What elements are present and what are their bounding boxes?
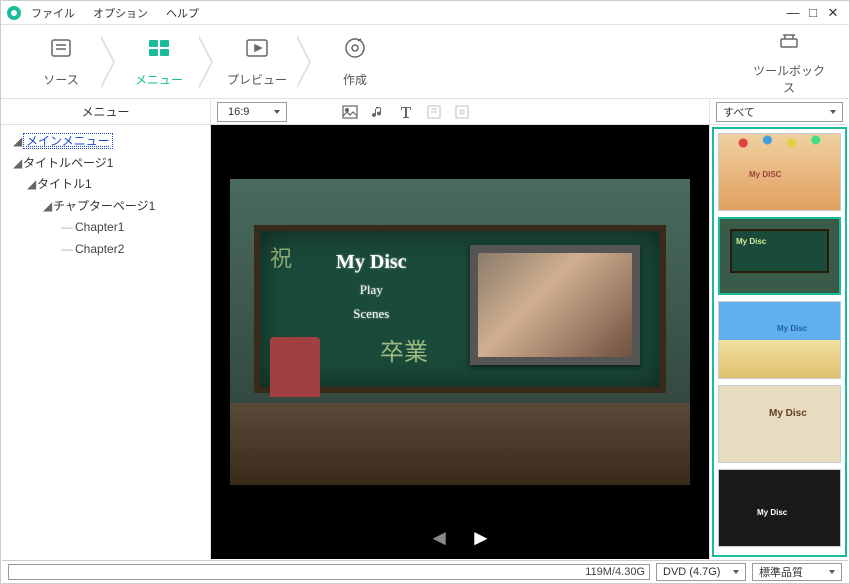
preview-icon [217, 36, 297, 67]
disc-title[interactable]: My Disc [336, 251, 407, 274]
template-item[interactable]: My Disc [718, 385, 841, 463]
sidebar: メニュー ◢メインメニュー ◢タイトルページ1 ◢タイトル1 ◢チャプターページ… [1, 99, 211, 559]
music-tool-icon[interactable] [367, 101, 389, 123]
template-category-select[interactable]: すべて [716, 102, 843, 122]
desks-bg [230, 403, 690, 485]
quality-select[interactable]: 標準品質 [752, 563, 842, 581]
center-panel: 16:9 祝 My Disc Play Scenes 卒業 [211, 99, 709, 559]
source-icon [21, 36, 101, 67]
chalkboard-bg: 祝 My Disc Play Scenes 卒業 [254, 225, 666, 393]
tree-title-page[interactable]: ◢タイトルページ1 [7, 153, 204, 175]
prev-arrow-icon[interactable]: ◄ [428, 525, 450, 551]
step-menu[interactable]: メニュー [119, 36, 199, 88]
menu-tree: ◢メインメニュー ◢タイトルページ1 ◢タイトル1 ◢チャプターページ1 Cha… [1, 125, 210, 267]
step-create[interactable]: 作成 [315, 36, 395, 88]
disc-type-select[interactable]: DVD (4.7G) [656, 563, 746, 581]
step-label: ソース [43, 73, 78, 87]
play-button-text[interactable]: Play [336, 282, 407, 298]
bottom-bar: 119M/4.30G DVD (4.7G) 標準品質 [2, 560, 848, 582]
menu-file[interactable]: ファイル [31, 5, 75, 21]
editor-toolbar: 16:9 [211, 99, 709, 125]
app-logo [7, 6, 21, 20]
caret-down-icon [829, 570, 835, 574]
close-button[interactable]: ✕ [823, 5, 843, 21]
scenes-button-text[interactable]: Scenes [336, 306, 407, 322]
tree-title[interactable]: ◢タイトル1 [7, 174, 204, 196]
chalk-decoration: 祝 [270, 241, 292, 273]
titlebar: ファイル オプション ヘルプ — □ ✕ [1, 1, 849, 25]
template-panel: すべて My DISC My Disc My Disc My Disc My D… [709, 99, 849, 559]
template-list[interactable]: My DISC My Disc My Disc My Disc My Disc [712, 127, 847, 557]
chevron-icon [297, 35, 315, 89]
sidebar-header: メニュー [1, 99, 210, 125]
chalk-kanji: 卒業 [380, 332, 428, 367]
caret-down-icon [830, 110, 836, 114]
step-source[interactable]: ソース [21, 36, 101, 88]
aspect-ratio-select[interactable]: 16:9 [217, 102, 287, 122]
menu-preview[interactable]: 祝 My Disc Play Scenes 卒業 [230, 179, 690, 485]
tree-chapter1[interactable]: Chapter1 [7, 217, 204, 239]
create-icon [315, 36, 395, 67]
main-area: メニュー ◢メインメニュー ◢タイトルページ1 ◢タイトル1 ◢チャプターページ… [1, 99, 849, 559]
template-item[interactable]: My Disc [718, 217, 841, 295]
template-item[interactable]: My Disc [718, 469, 841, 547]
step-preview[interactable]: プレビュー [217, 36, 297, 88]
menu-help[interactable]: ヘルプ [166, 5, 199, 21]
menu-option[interactable]: オプション [93, 5, 148, 21]
tree-chapter2[interactable]: Chapter2 [7, 239, 204, 261]
tree-root[interactable]: ◢メインメニュー [7, 131, 204, 153]
next-arrow-icon[interactable]: ► [470, 525, 492, 551]
maximize-button[interactable]: □ [803, 5, 823, 20]
customize-tool-icon [451, 101, 473, 123]
text-tool-icon[interactable] [395, 101, 417, 123]
chevron-icon [101, 35, 119, 89]
preview-area: 祝 My Disc Play Scenes 卒業 ◄ ► [211, 125, 709, 559]
toolbox-icon [749, 27, 829, 58]
disc-usage-bar: 119M/4.30G [8, 564, 650, 580]
preview-nav: ◄ ► [428, 525, 492, 551]
caret-down-icon [274, 110, 280, 114]
video-thumbnail-frame[interactable] [470, 245, 640, 365]
chevron-icon [199, 35, 217, 89]
step-nav: ソース メニュー プレビュー 作成 ツールボックス [1, 25, 849, 99]
step-label: 作成 [343, 73, 367, 87]
step-label: メニュー [135, 73, 183, 87]
disc-usage-label: 119M/4.30G [585, 565, 645, 579]
template-item[interactable]: My DISC [718, 133, 841, 211]
tree-chapter-page[interactable]: ◢チャプターページ1 [7, 196, 204, 218]
caret-down-icon [733, 570, 739, 574]
image-tool-icon[interactable] [339, 101, 361, 123]
chapter-tool-icon [423, 101, 445, 123]
step-label: プレビュー [227, 73, 287, 87]
step-label: ツールボックス [753, 64, 825, 95]
menu-icon [119, 36, 199, 67]
decoration-scroll [270, 337, 320, 397]
minimize-button[interactable]: — [783, 5, 803, 20]
menu-text: My Disc Play Scenes [336, 251, 407, 322]
step-toolbox[interactable]: ツールボックス [749, 27, 829, 96]
template-item[interactable]: My Disc [718, 301, 841, 379]
template-filter: すべて [710, 99, 849, 125]
